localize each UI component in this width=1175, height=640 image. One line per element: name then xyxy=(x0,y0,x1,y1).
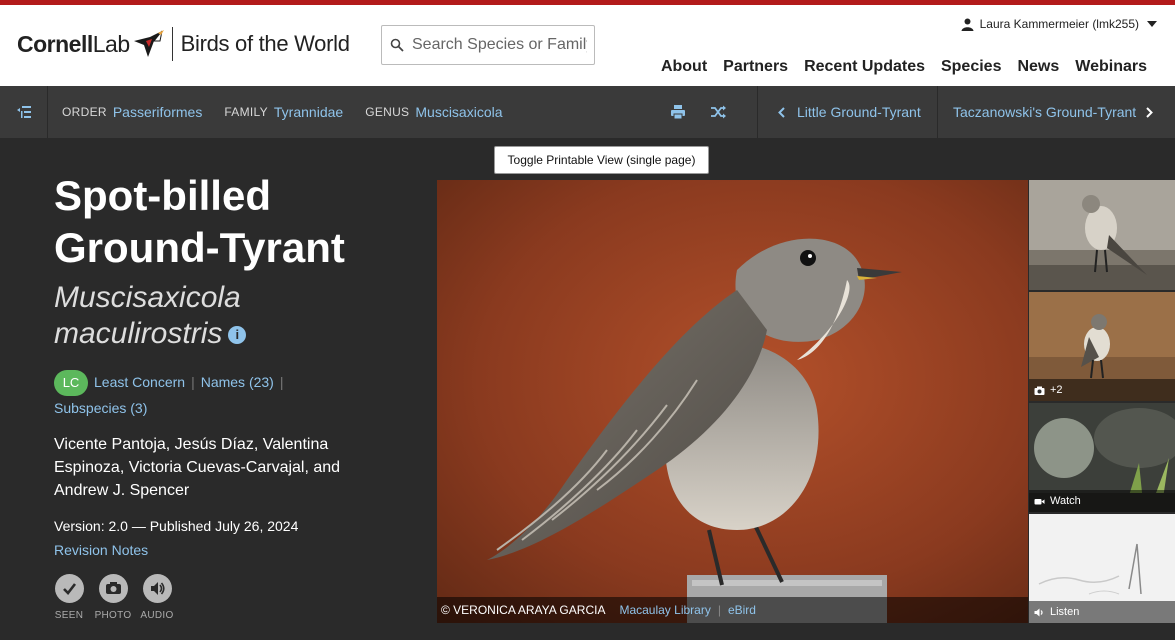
species-common-name: Spot-billed Ground-Tyrant xyxy=(54,170,384,274)
video-thumbnail[interactable]: Watch xyxy=(1029,403,1175,512)
user-name: Laura Kammermeier (lmk255) xyxy=(979,17,1139,31)
photo-label: PHOTO xyxy=(94,610,132,622)
shuffle-icon[interactable] xyxy=(710,104,726,120)
main-nav: About Partners Recent Updates Species Ne… xyxy=(661,58,1147,76)
revision-notes-link[interactable]: Revision Notes xyxy=(54,542,384,558)
photo-thumbnail-2[interactable]: +2 xyxy=(1029,292,1175,401)
species-scientific-name: Muscisaxicola maculirostris i xyxy=(54,280,384,352)
camera-icon xyxy=(1034,386,1045,395)
seen-label: SEEN xyxy=(54,610,84,622)
life-list-actions: SEEN PHOTO AUDIO xyxy=(54,574,384,621)
brand-birds-of-the-world: Birds of the World xyxy=(180,31,350,56)
more-photos-count: +2 xyxy=(1050,384,1063,396)
photo-thumbnail-1[interactable] xyxy=(1029,180,1175,290)
audio-circle xyxy=(142,574,172,604)
camera-icon xyxy=(105,582,121,595)
sci-name-line-1: Muscisaxicola xyxy=(54,281,241,314)
chevron-left-icon xyxy=(778,106,785,118)
order-label: ORDER xyxy=(62,105,107,119)
species-meta-links: LC Least Concern | Names (23) | Subspecies (… xyxy=(54,370,384,421)
print-view-tooltip: Toggle Printable View (single page) xyxy=(494,146,709,174)
more-photos-label: +2 xyxy=(1029,379,1175,401)
cornell-lab-logo[interactable]: Cornell Lab Birds of the World xyxy=(17,27,350,61)
species-search[interactable] xyxy=(381,25,595,65)
genus-label: GENUS xyxy=(365,105,410,119)
audio-thumbnail[interactable]: Listen xyxy=(1029,514,1175,623)
photo-button[interactable]: PHOTO xyxy=(95,574,131,621)
photo-circle xyxy=(98,574,128,604)
chevron-down-icon xyxy=(1147,21,1157,27)
listen-label: Listen xyxy=(1029,601,1175,623)
page-tools xyxy=(670,86,726,138)
meta-divider: | xyxy=(279,374,284,390)
brand-lab: Lab xyxy=(92,30,130,57)
genus-link[interactable]: Muscisaxicola xyxy=(415,104,502,120)
printer-icon[interactable] xyxy=(670,104,686,120)
search-icon xyxy=(390,38,404,52)
check-icon xyxy=(62,583,76,596)
sci-name-line-2: maculirostris xyxy=(54,317,223,350)
hero-photo[interactable]: © VERONICA ARAYA GARCIA Macaulay Library… xyxy=(437,180,1028,623)
species-header: Spot-billed Ground-Tyrant Muscisaxicola … xyxy=(54,170,384,621)
nav-recent-updates[interactable]: Recent Updates xyxy=(804,58,925,76)
listen-text: Listen xyxy=(1050,606,1080,618)
macaulay-library-link[interactable]: Macaulay Library xyxy=(619,603,710,617)
family-label: FAMILY xyxy=(224,105,268,119)
species-menu-button[interactable] xyxy=(0,86,48,138)
speaker-icon xyxy=(1034,608,1043,616)
bird-logo-icon xyxy=(133,30,164,57)
thumbnail-photo-1 xyxy=(1029,180,1175,290)
next-species-label: Taczanowski's Ground-Tyrant xyxy=(953,104,1137,120)
brand-cornell: Cornell xyxy=(17,30,93,57)
speaker-icon xyxy=(150,582,165,596)
nav-partners[interactable]: Partners xyxy=(723,58,788,76)
previous-species-link[interactable]: Little Ground-Tyrant xyxy=(757,86,937,138)
family-link[interactable]: Tyrannidae xyxy=(274,104,343,120)
user-icon xyxy=(961,18,974,31)
order-link[interactable]: Passeriformes xyxy=(113,104,202,120)
brand-divider xyxy=(171,27,173,61)
seen-button[interactable]: SEEN xyxy=(54,574,84,621)
nav-webinars[interactable]: Webinars xyxy=(1075,58,1147,76)
site-header: CornellLab Birds of the World Laura Kamm… xyxy=(0,0,1175,86)
taxonomy-breadcrumb: ORDER Passeriformes FAMILY Tyrannidae GE… xyxy=(62,104,525,120)
nav-about[interactable]: About xyxy=(661,58,707,76)
photo-credit-bar: © VERONICA ARAYA GARCIA Macaulay Library… xyxy=(437,597,1028,623)
audio-button[interactable]: AUDIO xyxy=(140,574,174,622)
meta-divider: | xyxy=(191,374,195,390)
user-menu[interactable]: Laura Kammermeier (lmk255) xyxy=(961,17,1157,31)
search-input[interactable] xyxy=(412,36,587,54)
species-authors: Vicente Pantoja, Jesús Díaz, Valentina E… xyxy=(54,436,341,500)
nav-news[interactable]: News xyxy=(1017,58,1059,76)
next-species-link[interactable]: Taczanowski's Ground-Tyrant xyxy=(937,86,1175,138)
seen-circle xyxy=(54,574,84,604)
outline-menu-icon xyxy=(16,106,31,118)
previous-species-label: Little Ground-Tyrant xyxy=(797,104,921,120)
common-name-line-2: Ground-Tyrant xyxy=(54,224,345,271)
version-info: Version: 2.0 — Published July 26, 2024 xyxy=(54,518,299,535)
info-icon[interactable]: i xyxy=(228,326,247,345)
audio-label: AUDIO xyxy=(140,610,174,622)
spot-billed-ground-tyrant-photo xyxy=(437,180,1028,623)
nav-species[interactable]: Species xyxy=(941,58,1001,76)
conservation-status-badge[interactable]: LC xyxy=(54,370,88,397)
taxonomy-bar: ORDER Passeriformes FAMILY Tyrannidae GE… xyxy=(0,86,1175,138)
watch-label: Watch xyxy=(1029,490,1175,512)
watch-text: Watch xyxy=(1050,495,1081,507)
credit-divider: | xyxy=(717,603,721,617)
video-camera-icon xyxy=(1034,498,1045,504)
names-link[interactable]: Names (23) xyxy=(201,374,274,390)
common-name-line-1: Spot-billed xyxy=(54,172,271,219)
ebird-link[interactable]: eBird xyxy=(728,603,756,617)
chevron-right-icon xyxy=(1146,106,1154,118)
conservation-status-link[interactable]: Least Concern xyxy=(94,374,185,390)
subspecies-link[interactable]: Subspecies (3) xyxy=(54,400,147,416)
photographer-credit: © VERONICA ARAYA GARCIA xyxy=(441,603,606,617)
